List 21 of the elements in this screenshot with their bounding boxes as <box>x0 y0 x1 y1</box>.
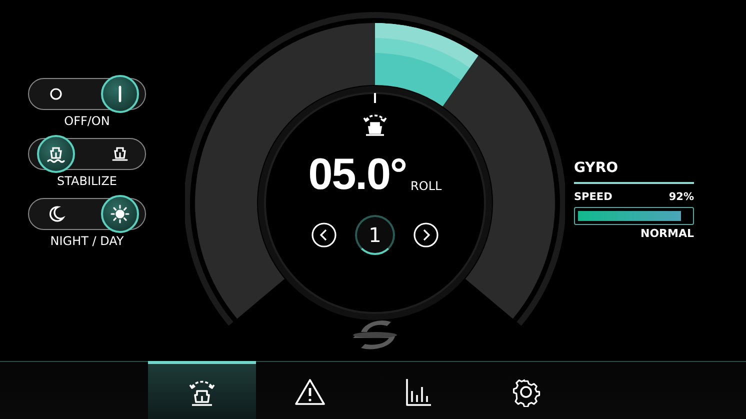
next-icon[interactable] <box>413 222 439 248</box>
nav-tab[interactable] <box>148 361 256 419</box>
previous-icon[interactable] <box>311 222 337 248</box>
roll-label: ROLL <box>410 179 442 193</box>
mode-label: NORMAL <box>640 227 694 240</box>
toggle-label: NIGHT / DAY <box>50 234 124 248</box>
warning-icon <box>294 376 326 406</box>
speed-label: SPEED <box>574 191 612 203</box>
sun-icon[interactable] <box>101 195 139 233</box>
logo-icon <box>351 318 399 352</box>
settings-icon <box>510 376 542 406</box>
toggle-switch[interactable] <box>28 198 146 230</box>
toggle-switch[interactable] <box>28 78 146 110</box>
toggle-label: STABILIZE <box>56 174 118 188</box>
speed-value: 92% <box>668 191 694 203</box>
toggle-label: OFF/ON <box>64 114 110 128</box>
toggle-switch[interactable] <box>28 138 146 170</box>
roll-value: 05.0° <box>308 153 407 197</box>
boat-waves-icon[interactable] <box>37 135 75 173</box>
on-icon[interactable] <box>101 75 139 113</box>
gyro-title: GYRO <box>574 160 620 176</box>
